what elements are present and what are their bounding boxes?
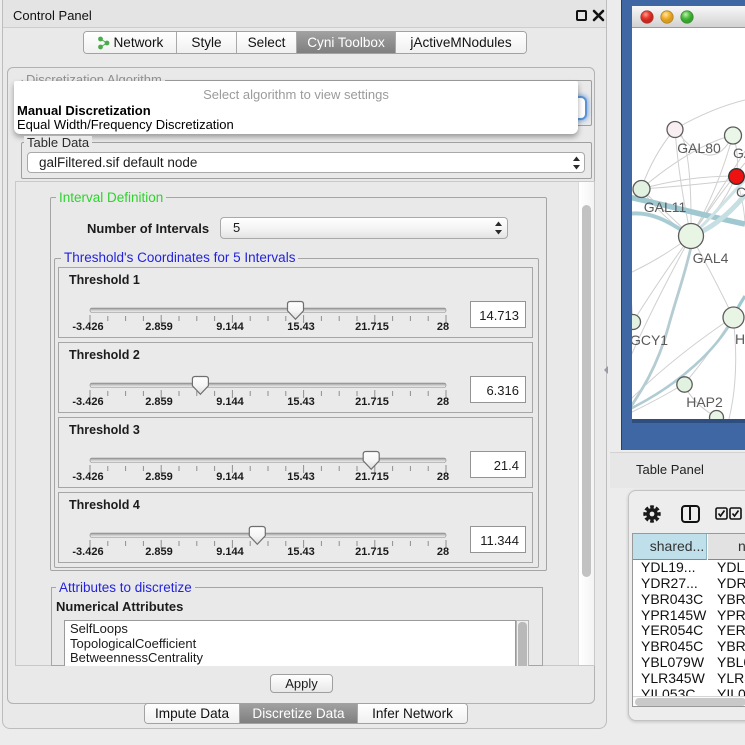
svg-text:HAP2: HAP2 — [686, 394, 723, 410]
svg-text:HI: HI — [735, 331, 745, 347]
svg-text:GAL11: GAL11 — [644, 199, 687, 215]
svg-text:C: C — [736, 184, 745, 200]
svg-text:GAL80: GAL80 — [677, 140, 721, 156]
svg-text:GCY1: GCY1 — [632, 332, 668, 348]
svg-text:GA: GA — [733, 145, 745, 161]
svg-text:GAL4: GAL4 — [693, 250, 729, 266]
